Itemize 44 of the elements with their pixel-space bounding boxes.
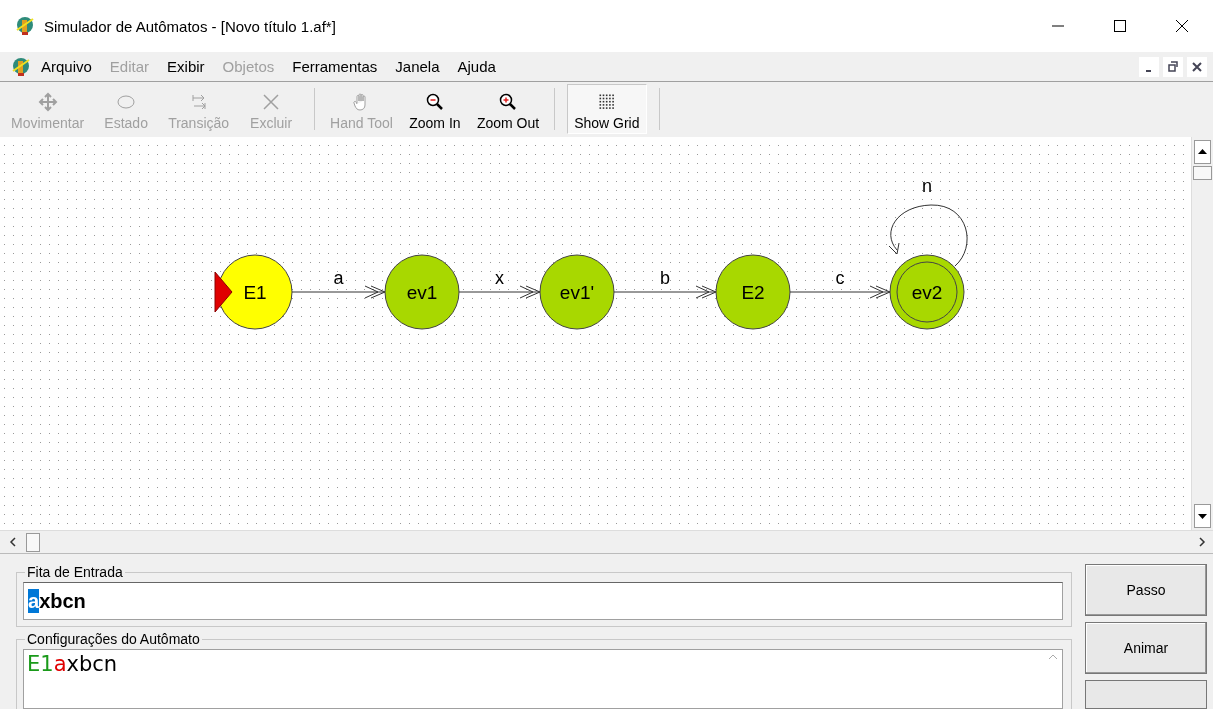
vertical-scrollbar[interactable] bbox=[1191, 137, 1213, 530]
state-node: E2 bbox=[715, 254, 791, 330]
zoom-out-icon bbox=[424, 92, 445, 112]
action-button[interactable]: Passo bbox=[1085, 564, 1207, 617]
scroll-up-icon[interactable] bbox=[1194, 140, 1211, 164]
toolbar-button[interactable]: Show Grid bbox=[567, 84, 647, 134]
state-node: ev2 bbox=[889, 254, 965, 330]
state-node: ev1' bbox=[539, 254, 615, 330]
zoom-in-icon bbox=[498, 92, 518, 112]
ellipse-icon bbox=[116, 92, 137, 112]
scroll-thumb[interactable] bbox=[26, 532, 40, 552]
move-arrows-icon bbox=[37, 92, 58, 112]
minimize-icon[interactable] bbox=[1139, 56, 1159, 77]
scroll-right-icon[interactable] bbox=[1197, 536, 1207, 548]
scroll-thumb[interactable] bbox=[1193, 166, 1212, 180]
toolbar-button[interactable]: Zoom Out bbox=[469, 84, 547, 134]
menu-item[interactable]: Exibir bbox=[158, 58, 214, 75]
menu-item[interactable]: Ajuda bbox=[448, 58, 505, 75]
menu-item[interactable]: Arquivo bbox=[32, 58, 101, 75]
button[interactable] bbox=[1085, 680, 1207, 709]
close-icon[interactable] bbox=[1187, 56, 1207, 77]
transition-label: n bbox=[922, 176, 932, 196]
maximize-icon[interactable] bbox=[1113, 19, 1127, 33]
transition-label: c bbox=[835, 268, 845, 288]
menu-item[interactable]: Ferramentas bbox=[283, 58, 387, 75]
toolbar-button[interactable]: Zoom In bbox=[399, 84, 470, 134]
action-button[interactable]: Animar bbox=[1085, 622, 1207, 675]
app-logo-icon bbox=[10, 55, 32, 78]
restore-icon[interactable] bbox=[1163, 56, 1183, 77]
transition-label: b bbox=[660, 268, 670, 288]
menu-item[interactable]: Janela bbox=[386, 58, 449, 75]
transition-label: x bbox=[495, 268, 504, 288]
scroll-left-icon[interactable] bbox=[8, 536, 18, 548]
app-logo-icon bbox=[14, 15, 36, 37]
horizontal-scrollbar[interactable] bbox=[0, 530, 1213, 554]
group-label: Fita de Entrada bbox=[26, 564, 124, 580]
configuration-text: E1axbcn bbox=[27, 652, 119, 678]
group-label: Configurações do Autômato bbox=[26, 631, 201, 647]
scroll-down-icon[interactable] bbox=[1194, 504, 1211, 528]
x-icon bbox=[261, 92, 282, 112]
state-node: ev1 bbox=[384, 254, 460, 330]
close-icon[interactable] bbox=[1175, 19, 1189, 33]
window-title: Simulador de Autômatos - [Novo título 1.af*] bbox=[44, 17, 337, 35]
transition-label: a bbox=[333, 268, 344, 288]
